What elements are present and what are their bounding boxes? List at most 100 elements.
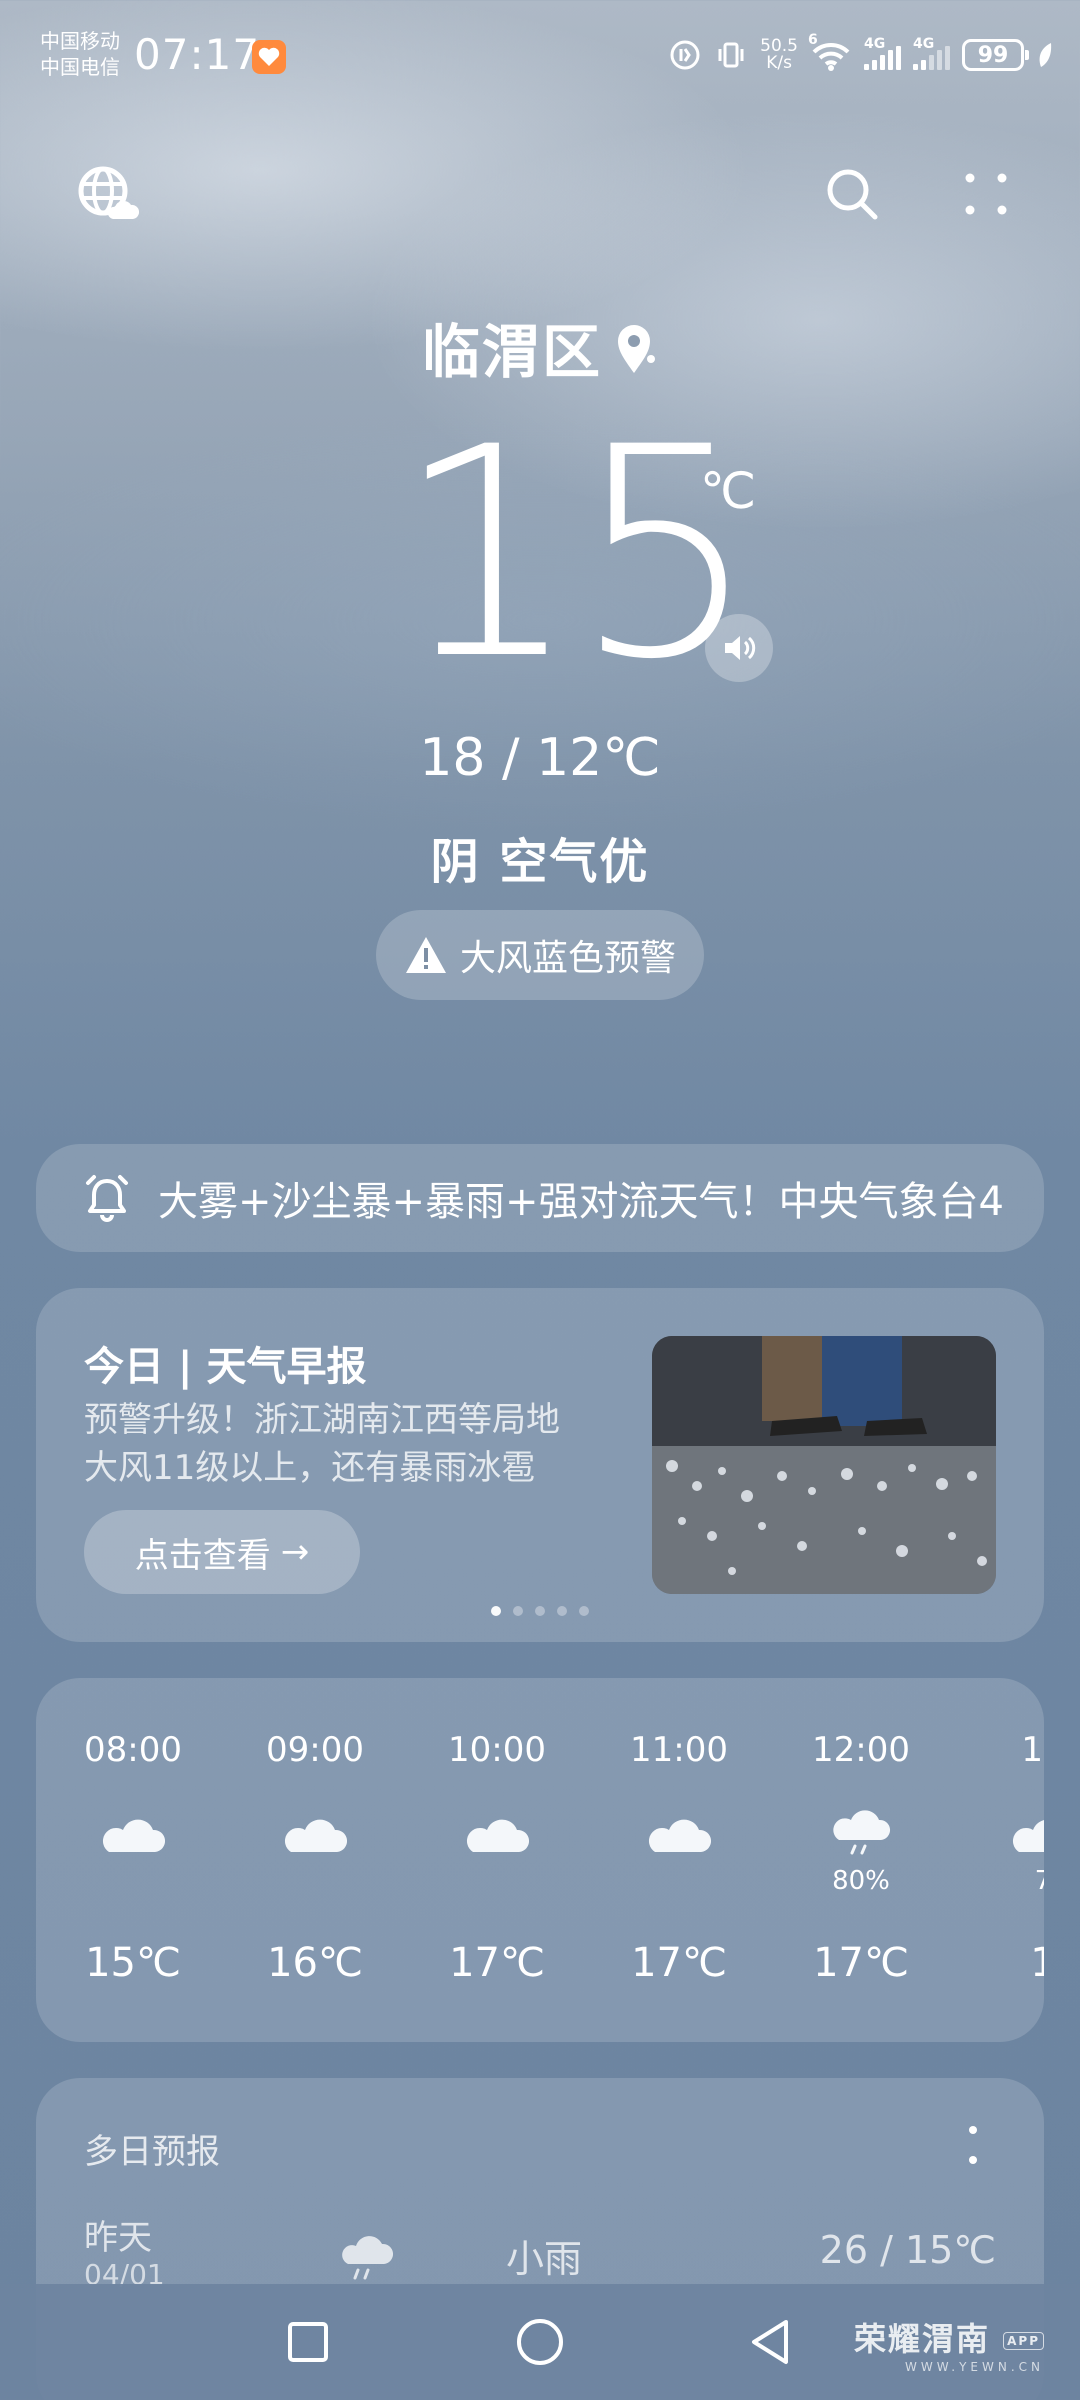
brief-description: 预警升级！浙江湖南江西等局地 大风11级以上，还有暴雨冰雹 (84, 1396, 604, 1492)
carousel-dot (579, 1606, 589, 1616)
watermark-text: 荣耀渭南 APP (854, 2314, 1044, 2360)
signal-2-label: 4G (913, 36, 935, 52)
hourly-forecast[interactable]: 08:00 15℃ 09:00 16℃ 10:00 17℃ 11:00 17℃ 12:00 80%… (36, 1678, 1044, 2042)
carousel-dot (557, 1606, 567, 1616)
brief-title: 今日 | 天气早报 (84, 1344, 367, 1390)
hourly-item: 09:00 16℃ (250, 1678, 380, 2042)
watermark-subtext: WWW.YEWN.CN (905, 2360, 1044, 2374)
hour-temperature: 1 (1030, 1940, 1044, 1986)
data-saver-icon (670, 40, 700, 70)
more-button[interactable] (950, 158, 1022, 230)
status-clock: 07:17 (134, 30, 261, 79)
rain-icon (829, 1806, 893, 1870)
signal-1-icon: 4G (864, 36, 901, 70)
precipitation-chance: 7 (1034, 1866, 1044, 1896)
carousel-dot (535, 1606, 545, 1616)
hourly-item: 10:00 17℃ (432, 1678, 562, 2042)
vibrate-icon (718, 42, 744, 68)
hourly-item: 13 7 1 (978, 1678, 1044, 2042)
hour-temperature: 16℃ (267, 1940, 363, 1986)
alarm-bell-icon (86, 1175, 128, 1222)
hour-temperature: 15℃ (85, 1940, 181, 1986)
brief-line-2: 大风11级以上，还有暴雨冰雹 (84, 1448, 536, 1488)
hour-time: 09:00 (266, 1730, 364, 1770)
news-ticker[interactable]: 大雾+沙尘暴+暴雨+强对流天气！中央气象台4 (36, 1144, 1044, 1252)
watermark-logo: 荣耀渭南 APP WWW.YEWN.CN (854, 2314, 1044, 2374)
carousel-dots (36, 1606, 1044, 1616)
more-dots-icon (965, 173, 1007, 215)
home-button[interactable] (510, 2312, 570, 2372)
carousel-dot (513, 1606, 523, 1616)
signal-1-label: 4G (864, 36, 886, 52)
location-pin-icon (614, 321, 658, 391)
brief-thumbnail-image[interactable] (652, 1336, 996, 1594)
signal-2-icon: 4G (913, 36, 950, 70)
news-ticker-text: 大雾+沙尘暴+暴雨+强对流天气！中央气象台4 (158, 1179, 1004, 1225)
leaf-icon (1039, 43, 1052, 67)
temperature-range: 18 / 12℃ (419, 728, 661, 788)
watermark-title: 荣耀渭南 (853, 2320, 990, 2358)
cloudy-icon (283, 1806, 348, 1870)
watermark-app-badge: APP (1003, 2332, 1044, 2350)
location-title[interactable]: 临渭区 (0, 305, 1080, 391)
temperature-unit: ℃ (700, 462, 757, 520)
square-icon (288, 2322, 328, 2362)
health-app-icon (252, 40, 286, 74)
hour-temperature: 17℃ (631, 1940, 727, 1986)
day-condition: 小雨 (506, 2237, 583, 2281)
status-icons: 50.5 K/s 6 4G 4G 99 (668, 32, 1054, 78)
hour-time: 11:00 (630, 1730, 728, 1770)
search-icon (827, 169, 878, 220)
cloudy-icon (647, 1806, 712, 1870)
multi-day-menu-button[interactable] (958, 2122, 988, 2168)
brief-line-1: 预警升级！浙江湖南江西等局地 (84, 1400, 560, 1440)
day-temperature-range: 26 / 15℃ (819, 2228, 996, 2272)
voice-broadcast-button[interactable] (705, 614, 773, 682)
hourly-item: 08:00 15℃ (68, 1678, 198, 2042)
warning-icon (405, 937, 446, 973)
current-temperature: 15 (395, 386, 758, 723)
alert-text: 大风蓝色预警 (459, 938, 676, 979)
wifi-label: 6 (808, 32, 818, 48)
search-button[interactable] (816, 158, 888, 230)
view-brief-label: 点击查看 (134, 1535, 271, 1576)
hour-temperature: 17℃ (813, 1940, 909, 1986)
globe-cloud-icon (78, 166, 139, 219)
cloudy-icon (465, 1806, 530, 1870)
wifi-icon: 6 (808, 32, 852, 72)
weather-alert-button[interactable]: 大风蓝色预警 (376, 910, 704, 1000)
back-button[interactable] (740, 2312, 800, 2372)
weather-condition: 阴 空气优 (430, 834, 650, 890)
circle-icon (517, 2319, 563, 2365)
carrier-label-2: 中国电信 (40, 55, 120, 79)
hourly-item: 11:00 17℃ (614, 1678, 744, 2042)
view-brief-button[interactable]: 点击查看 → (84, 1510, 360, 1594)
more-vertical-icon (969, 2126, 977, 2164)
speaker-icon (725, 636, 756, 660)
multi-day-title: 多日预报 (84, 2132, 220, 2172)
city-manage-button[interactable] (72, 160, 142, 230)
system-navigation-bar: 荣耀渭南 APP WWW.YEWN.CN (0, 2284, 1080, 2400)
net-speed-unit: K/s (766, 53, 792, 73)
net-speed: 50.5 K/s (760, 38, 798, 72)
triangle-back-icon (752, 2320, 788, 2364)
carrier-label-1: 中国移动 (40, 29, 120, 53)
hour-temperature: 17℃ (449, 1940, 545, 1986)
battery-indicator: 99 (962, 39, 1029, 71)
day-name: 昨天 (84, 2218, 152, 2258)
hour-time: 13 (1021, 1730, 1044, 1770)
arrow-right-icon: → (280, 1532, 310, 1572)
carousel-dot (491, 1606, 501, 1616)
precipitation-chance: 80% (832, 1866, 890, 1896)
location-name: 临渭区 (421, 318, 602, 386)
recents-button[interactable] (278, 2312, 338, 2372)
hourly-item: 12:00 80% 17℃ (796, 1678, 926, 2042)
cloudy-icon (1011, 1806, 1044, 1870)
rain-icon (334, 2226, 398, 2290)
hour-time: 10:00 (448, 1730, 546, 1770)
carrier-info: 中国移动 中国电信 (40, 28, 120, 80)
hour-time: 12:00 (812, 1730, 910, 1770)
cloudy-icon (101, 1806, 166, 1870)
weather-brief-card[interactable]: 今日 | 天气早报 预警升级！浙江湖南江西等局地 大风11级以上，还有暴雨冰雹 … (36, 1288, 1044, 1642)
hour-time: 08:00 (84, 1730, 182, 1770)
